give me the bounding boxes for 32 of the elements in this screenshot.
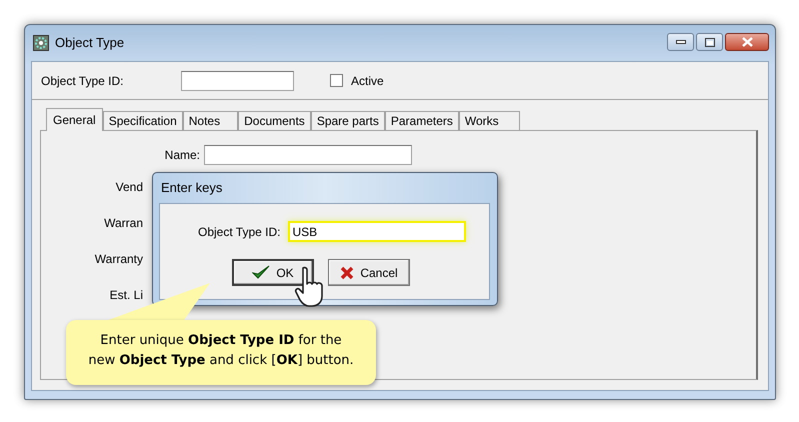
close-button[interactable] — [725, 33, 769, 51]
field-label: Name: — [164, 147, 201, 164]
field-label: Warran — [103, 215, 144, 232]
field-label: Object Type ID: — [41, 72, 124, 90]
tab[interactable]: Parameters — [384, 111, 459, 130]
minimize-icon — [676, 40, 686, 44]
maximize-button[interactable] — [696, 33, 723, 51]
close-icon — [742, 37, 752, 47]
tab[interactable]: Specification — [102, 111, 183, 130]
tab[interactable]: Documents — [238, 111, 311, 130]
field-label: Object Type ID: — [198, 224, 280, 240]
checkmark-icon — [252, 265, 270, 280]
window-title: Object Type — [55, 34, 124, 52]
close-icon — [340, 266, 354, 280]
tab[interactable]: Works — [458, 111, 520, 130]
active-checkbox[interactable] — [330, 74, 343, 87]
field-label: Warranty — [94, 251, 144, 268]
dialog-title: Enter keys — [161, 179, 222, 198]
minimize-button[interactable] — [667, 33, 694, 51]
field-label: Est. Li — [108, 287, 144, 304]
maximize-icon — [704, 38, 714, 46]
ok-button[interactable]: OK — [232, 259, 314, 286]
tab[interactable]: Spare parts — [310, 111, 385, 130]
checkbox-label: Active — [351, 72, 384, 90]
object-type-id-field[interactable] — [181, 70, 294, 90]
tab[interactable]: Notes — [182, 111, 238, 130]
name-field[interactable] — [204, 145, 412, 165]
cancel-button[interactable]: Cancel — [328, 259, 410, 286]
tab[interactable]: General — [46, 108, 103, 131]
app-icon — [33, 35, 49, 51]
field-label: Vend — [114, 179, 144, 196]
object-type-id-field[interactable]: USB — [288, 221, 466, 242]
